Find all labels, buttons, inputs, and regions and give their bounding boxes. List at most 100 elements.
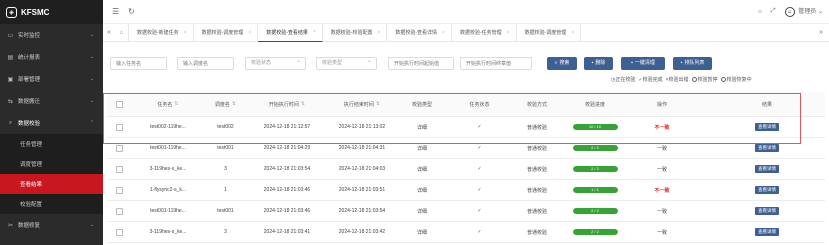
header-start-time[interactable]: 开始执行时间 ⇅ <box>252 92 322 116</box>
clear-all-button[interactable]: ▪ 一键清理 <box>621 57 665 70</box>
row-checkbox[interactable] <box>115 207 123 215</box>
header-task-name[interactable]: 任务名 ⇅ <box>132 92 204 116</box>
select-all-checkbox[interactable] <box>115 100 123 108</box>
fullscreen-icon[interactable]: ⤢ <box>771 8 776 15</box>
sidebar-subitem-label: 调度管理 <box>20 162 43 168</box>
cell-action: 一致 <box>637 222 687 242</box>
view-details-button[interactable]: 查看详情 <box>755 165 779 173</box>
table-row[interactable]: 1-flysync2-s_k... 1 2024-12-18 21:03:46 202… <box>107 180 825 201</box>
cell-schedule-name: 1 <box>224 187 227 193</box>
view-details-button[interactable]: 查看详情 <box>755 228 779 236</box>
tab-task-manage[interactable]: 数据校验-任务管理 × <box>452 23 517 42</box>
cell-start-time: 2024-12-18 21:12:57 <box>263 124 311 130</box>
tab-new-task[interactable]: 数据校验-新建任务 × <box>129 23 194 42</box>
sidebar-subitem-view-results[interactable]: 查看结果 <box>0 174 103 194</box>
row-checkbox[interactable] <box>115 228 123 236</box>
tabs-scroll-right-icon[interactable]: » <box>819 29 823 36</box>
close-icon[interactable]: × <box>571 30 574 36</box>
tab-label: 数据校验-校验配置 <box>330 30 373 36</box>
row-checkbox[interactable] <box>115 165 123 173</box>
header-label: 校验方式 <box>526 101 547 108</box>
legend-item-resuming: 校验恢复中 <box>720 76 752 83</box>
tab-view-details[interactable]: 数据校验-查看详情 × <box>387 23 452 42</box>
header-label: 执行结束时间 <box>343 101 374 108</box>
close-icon[interactable]: × <box>507 30 510 36</box>
queue-list-button-label: 排队列表 <box>684 60 705 66</box>
cell-action: 一致 <box>637 159 687 179</box>
table-row[interactable]: test001-119he... test001 2024-12-18 21:03:… <box>107 201 825 222</box>
close-icon[interactable]: × <box>184 30 187 36</box>
sidebar-subitem-task-manage[interactable]: 任务管理 <box>0 134 103 154</box>
header-verify-type: 校验类型 <box>402 92 442 116</box>
cell-verify-type: 详细 <box>416 145 427 152</box>
legend-item-error: ×校验出错 <box>666 76 689 83</box>
start-time-input[interactable] <box>388 57 454 70</box>
progress-text: 2 / 2 <box>591 145 599 150</box>
cell-verify-method: 普通校验 <box>526 187 547 194</box>
tabs-scroll-left-icon[interactable]: « <box>103 29 115 36</box>
sort-icon[interactable]: ⇅ <box>301 101 305 107</box>
cell-progress: 1 / 1 <box>570 180 620 200</box>
cell-progress: 10 / 10 <box>570 117 620 137</box>
table-row[interactable]: test001-119he... test001 2024-12-18 21:04:… <box>107 138 825 159</box>
task-name-input[interactable] <box>110 57 167 70</box>
avatar: ☺ <box>784 7 795 17</box>
sidebar-item-monitor[interactable]: ▭ 实时监控 ⌄ <box>0 24 103 46</box>
tag-icon[interactable]: ⌂ <box>758 9 762 15</box>
close-icon[interactable]: × <box>248 30 251 36</box>
row-checkbox[interactable] <box>115 186 123 194</box>
sidebar-subitem-verify-config[interactable]: 校验配置 <box>0 194 103 214</box>
home-icon[interactable]: ⌂ <box>115 23 129 42</box>
sort-icon[interactable]: ⇅ <box>376 101 380 107</box>
table-row[interactable]: test002-119he... test002 2024-12-18 21:12:… <box>107 117 825 138</box>
chevron-down-icon: ⌄ <box>89 76 94 82</box>
user-menu[interactable]: ☺ 管理员 ⌄ <box>784 6 823 17</box>
migrate-icon: ⇆ <box>7 98 14 105</box>
type-select[interactable]: 校验类型 <box>316 56 377 70</box>
sidebar-item-migrate[interactable]: ⇆ 数据搬迁 ⌄ <box>0 90 103 112</box>
sort-icon[interactable]: ⇅ <box>232 101 236 107</box>
cell-verify-type: 详细 <box>416 187 427 194</box>
sidebar-item-verify[interactable]: ⌕ 数据校验 ⌃ <box>0 112 103 134</box>
refresh-icon[interactable]: ↻ <box>128 7 135 16</box>
search-button[interactable]: ⌕ 搜索 <box>547 57 577 70</box>
schedule-name-input[interactable] <box>177 57 234 70</box>
tab-verify-config[interactable]: 数据校验-校验配置 × <box>323 23 388 42</box>
sidebar-item-repair[interactable]: ✂ 数据修复 ⌄ <box>0 214 103 236</box>
cell-result: 查看详情 <box>742 138 792 158</box>
table-row[interactable]: 3-119hes-s_ke... 3 2024-12-18 21:03:41 2024… <box>107 222 825 243</box>
sidebar-subitem-schedule-manage[interactable]: 调度管理 <box>0 154 103 174</box>
app-name: KFSMC <box>21 7 50 17</box>
view-details-button[interactable]: 查看详情 <box>755 123 779 131</box>
sidebar-submenu: 任务管理 调度管理 查看结果 校验配置 <box>0 134 103 214</box>
close-icon[interactable]: × <box>313 29 316 35</box>
tab-view-results[interactable]: 数据校验-查看结果 × <box>258 23 323 42</box>
status-select[interactable]: 校验状态 <box>245 56 306 70</box>
header-schedule-name[interactable]: 调度名 ⇅ <box>204 92 247 116</box>
header-label: 操作 <box>656 101 667 108</box>
header-end-time[interactable]: 执行结束时间 ⇅ <box>327 92 397 116</box>
row-checkbox[interactable] <box>115 144 123 152</box>
menu-toggle-icon[interactable]: ☰ <box>112 7 119 16</box>
cell-action: 不一致 <box>637 117 687 137</box>
end-time-input[interactable] <box>460 57 532 70</box>
close-icon[interactable]: × <box>377 30 380 36</box>
queue-list-button[interactable]: ▪ 排队列表 <box>673 57 712 70</box>
tab-schedule-manage[interactable]: 数据校验-调度管理 × <box>194 23 259 42</box>
sort-icon[interactable]: ⇅ <box>174 101 178 107</box>
header-progress: 校验进度 <box>570 92 620 116</box>
row-checkbox[interactable] <box>115 123 123 131</box>
sidebar-item-report[interactable]: ▤ 统计报表 ⌄ <box>0 46 103 68</box>
chevron-down-icon: ⌄ <box>89 32 94 38</box>
legend-item-done: ✓校验完成 <box>638 76 662 83</box>
tab-schedule-manage-2[interactable]: 数据校验-调度管理 × <box>517 23 582 42</box>
close-icon[interactable]: × <box>442 30 445 36</box>
sidebar-item-deploy[interactable]: ▣ 部署管理 ⌄ <box>0 68 103 90</box>
table-row[interactable]: 3-119hes-s_ke... 3 2024-12-18 21:03:54 2024… <box>107 159 825 180</box>
cell-end-time: 2024-12-18 21:04:31 <box>338 145 386 151</box>
delete-button[interactable]: ▪ 删除 <box>584 57 613 70</box>
view-details-button[interactable]: 查看详情 <box>755 186 779 194</box>
cell-action: 一致 <box>637 201 687 221</box>
view-details-button[interactable]: 查看详情 <box>755 207 779 215</box>
view-details-button[interactable]: 查看详情 <box>755 144 779 152</box>
